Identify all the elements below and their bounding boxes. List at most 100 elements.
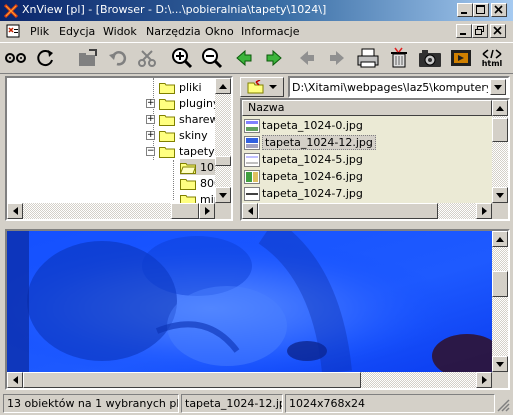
zoom-out-icon — [202, 48, 223, 69]
folder-icon — [159, 113, 175, 126]
scroll-down-button[interactable] — [492, 356, 508, 372]
tree-item-pluginy[interactable]: pluginy — [159, 95, 215, 111]
scroll-right-button[interactable] — [199, 203, 215, 219]
minimize-button[interactable] — [457, 3, 473, 17]
arrow-up-icon — [219, 83, 227, 89]
zoom-out-button[interactable] — [200, 46, 224, 70]
title-bar[interactable]: XnView [pl] - [Browser - D:\...\pobieral… — [0, 0, 513, 21]
collapse-toggle[interactable]: − — [146, 147, 155, 156]
arrow-right-icon — [481, 207, 487, 215]
html-export-icon — [482, 48, 502, 59]
scroll-down-button[interactable] — [215, 187, 231, 203]
view-mode-button[interactable] — [4, 46, 28, 70]
html-export-button[interactable]: html — [480, 46, 504, 70]
close-icon — [494, 5, 503, 14]
path-input[interactable]: D:\Xitami\webpages\laz5\komputery\po — [292, 81, 488, 94]
file-row[interactable]: tapeta_1024-6.jpg — [244, 168, 363, 185]
arrow-down-icon — [496, 361, 504, 367]
column-header-name[interactable]: Nazwa — [242, 100, 492, 116]
path-dropdown-button[interactable] — [490, 79, 506, 95]
mdi-restore-button[interactable] — [472, 24, 488, 38]
close-button[interactable] — [491, 3, 507, 17]
scroll-up-button[interactable] — [492, 100, 508, 116]
scroll-up-button[interactable] — [215, 78, 231, 94]
cut-button[interactable] — [136, 46, 160, 70]
preview-vertical-scrollbar[interactable] — [492, 231, 508, 372]
scroll-thumb[interactable] — [492, 271, 508, 297]
column-header-label: Nazwa — [248, 101, 285, 114]
scroll-right-button[interactable] — [476, 372, 492, 388]
menu-plik[interactable]: Plik — [30, 24, 49, 39]
undo-button[interactable] — [106, 46, 130, 70]
previous-button[interactable] — [232, 46, 256, 70]
scroll-left-button[interactable] — [7, 372, 23, 388]
menu-informacje[interactable]: Informacje — [241, 24, 299, 39]
tree-vertical-scrollbar[interactable] — [215, 78, 231, 203]
path-combobox[interactable]: D:\Xitami\webpages\laz5\komputery\po — [288, 76, 510, 98]
delete-button[interactable] — [387, 46, 411, 70]
status-dimensions: 1024x768x24 — [285, 394, 495, 413]
previous-icon — [236, 49, 252, 67]
scroll-thumb[interactable] — [23, 372, 361, 388]
scroll-up-button[interactable] — [492, 231, 508, 247]
folder-open-icon — [179, 161, 197, 174]
zoom-in-button[interactable] — [170, 46, 194, 70]
scroll-thumb[interactable] — [171, 203, 199, 219]
file-row[interactable]: tapeta_1024-5.jpg — [244, 151, 363, 168]
camera-button[interactable] — [418, 46, 442, 70]
folder-history-dropdown[interactable] — [240, 77, 284, 97]
tree-item-skiny[interactable]: skiny — [159, 127, 208, 143]
xnview-logo-icon — [3, 3, 19, 19]
tree-item-label: tapety — [179, 144, 215, 158]
menu-widok[interactable]: Widok — [103, 24, 137, 39]
scroll-thumb[interactable] — [492, 118, 508, 142]
scroll-left-button[interactable] — [7, 203, 23, 219]
scroll-thumb[interactable] — [258, 203, 438, 219]
refresh-button[interactable] — [34, 46, 58, 70]
first-icon — [300, 51, 314, 65]
tree-item-sharew[interactable]: sharew — [159, 111, 215, 127]
file-list[interactable]: Nazwa tapeta_1024-0.jpg tapeta_1024-12.j… — [240, 98, 510, 221]
maximize-button[interactable] — [473, 3, 489, 17]
expand-toggle[interactable]: + — [146, 99, 155, 108]
folder-tree[interactable]: pliki + pluginy + sharew + skiny − tapet… — [5, 76, 233, 221]
chevron-down-icon — [269, 84, 277, 89]
scroll-down-button[interactable] — [492, 187, 508, 203]
file-row[interactable]: tapeta_1024-7.jpg — [244, 185, 363, 202]
tree-item-label: pluginy — [179, 96, 215, 110]
first-button[interactable] — [295, 46, 319, 70]
minimize-icon — [460, 33, 466, 35]
expand-toggle[interactable]: + — [146, 115, 155, 124]
folder-tree-content: pliki + pluginy + sharew + skiny − tapet… — [7, 78, 215, 203]
file-row[interactable]: tapeta_1024-0.jpg — [244, 117, 363, 134]
scroll-left-button[interactable] — [242, 203, 258, 219]
menu-edycja[interactable]: Edycja — [59, 24, 95, 39]
tree-item-label: min — [200, 192, 215, 204]
move-to-folder-button[interactable] — [76, 46, 100, 70]
tree-item-1024[interactable]: 102 — [179, 159, 215, 175]
menu-okno[interactable]: Okno — [205, 24, 234, 39]
tree-item-pliki[interactable]: pliki — [159, 79, 202, 95]
image-preview-pane[interactable] — [5, 229, 510, 390]
next-button[interactable] — [262, 46, 286, 70]
resize-grip-icon[interactable] — [497, 399, 510, 412]
last-button[interactable] — [325, 46, 349, 70]
mdi-close-button[interactable] — [490, 24, 506, 38]
window-title: XnView [pl] - [Browser - D:\...\pobieral… — [22, 3, 327, 16]
folder-icon — [180, 177, 196, 190]
mdi-minimize-button[interactable] — [456, 24, 472, 38]
zoom-in-icon — [172, 48, 193, 69]
toolbar: html — [0, 42, 513, 74]
arrow-up-icon — [496, 236, 504, 242]
document-icon[interactable] — [6, 24, 22, 39]
tree-item-tapety[interactable]: tapety — [159, 143, 215, 159]
slideshow-button[interactable] — [449, 46, 473, 70]
menu-narzedzia[interactable]: Narzędzia — [146, 24, 201, 39]
scroll-thumb[interactable] — [215, 156, 231, 166]
tree-item-min[interactable]: min — [180, 191, 215, 203]
expand-toggle[interactable]: + — [146, 131, 155, 140]
print-button[interactable] — [356, 46, 380, 70]
file-row-selected[interactable]: tapeta_1024-12.jpg — [244, 134, 376, 151]
tree-item-800[interactable]: 800 — [180, 175, 215, 191]
scroll-right-button[interactable] — [476, 203, 492, 219]
